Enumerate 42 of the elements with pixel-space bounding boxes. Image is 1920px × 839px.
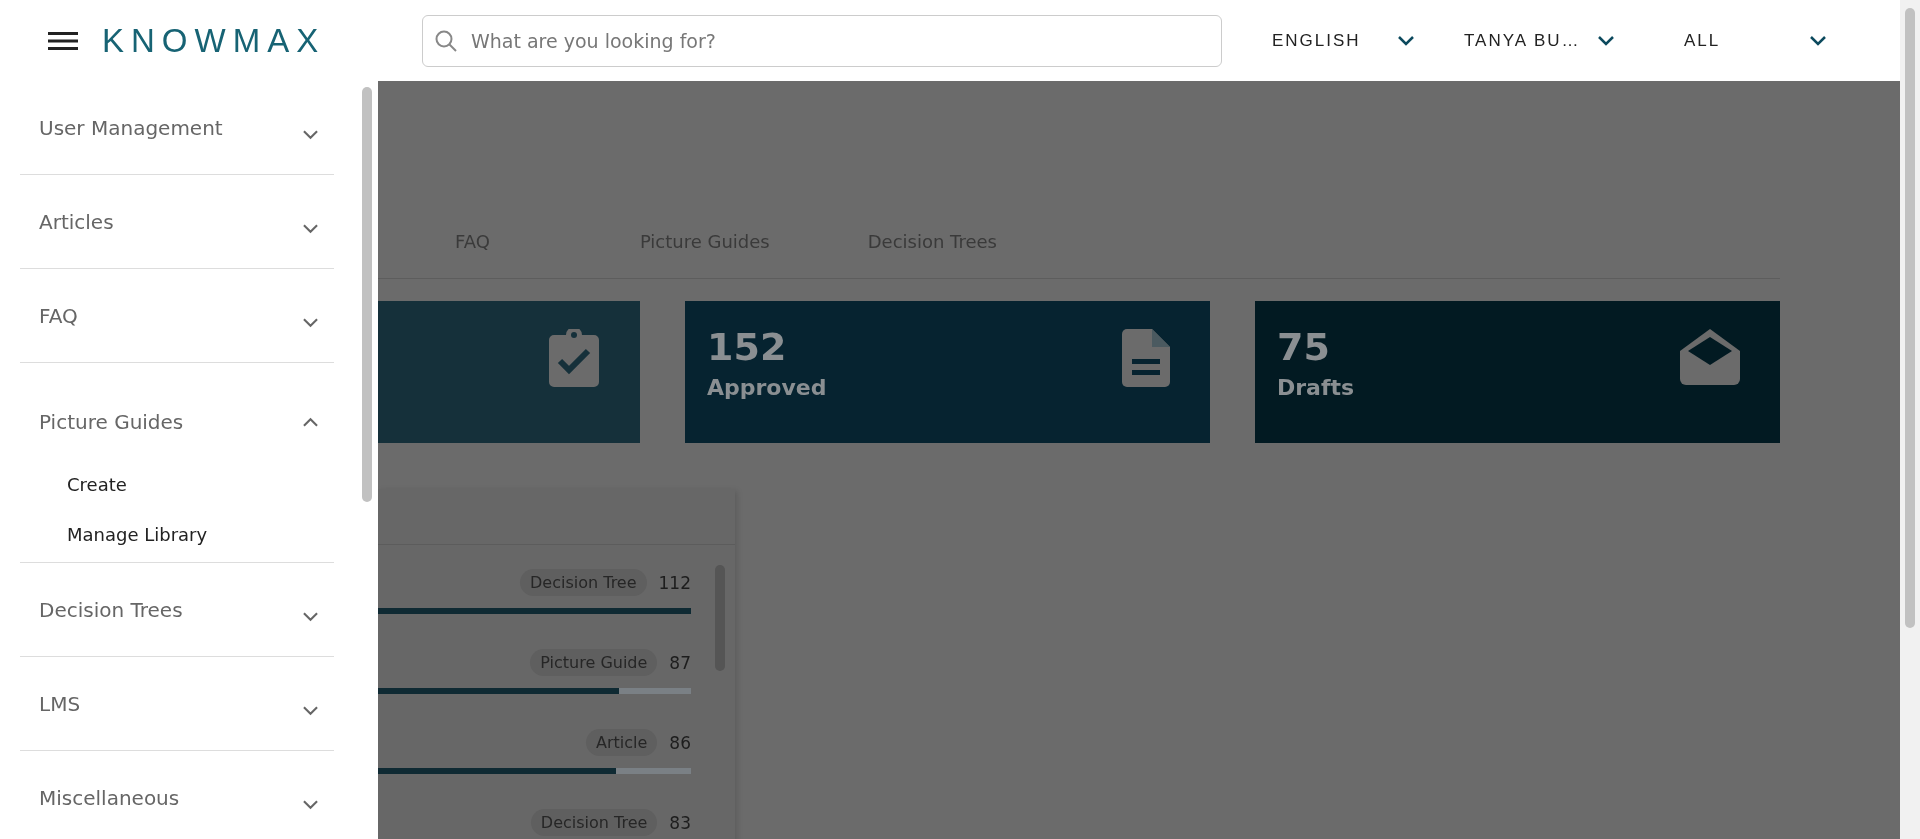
count: 83 [669, 812, 691, 833]
menu-item[interactable]: LMS [20, 657, 334, 750]
scrollbar[interactable] [1905, 8, 1915, 628]
tag: Decision Tree [520, 569, 647, 596]
chevron-down-icon [303, 317, 318, 328]
stat-value: 152 [707, 325, 788, 369]
chevron-down-icon [303, 611, 318, 622]
search-field[interactable]: What are you looking for? [422, 14, 1222, 67]
count: 87 [669, 652, 691, 673]
dropdown[interactable]: ALL [1684, 30, 1826, 51]
document-icon [1122, 329, 1170, 387]
stat-value: 75 [1277, 325, 1331, 369]
chevron-up-icon [303, 417, 318, 427]
chevron-down-icon [1810, 35, 1826, 46]
chevron-down-icon [303, 223, 318, 234]
chevron-down-icon [1598, 35, 1614, 46]
chevron-down-icon [303, 799, 318, 810]
menu-item[interactable]: User Management [20, 81, 334, 174]
envelope-open-icon [1680, 329, 1740, 385]
search-icon [434, 28, 458, 53]
tag: Picture Guide [530, 649, 658, 676]
menu-icon[interactable] [48, 30, 78, 51]
menu-item[interactable]: Decision Trees [20, 563, 334, 656]
stat-label: Drafts [1277, 375, 1355, 400]
stat-label: Approved [707, 375, 827, 400]
dropdown[interactable]: TANYA BU… [1464, 30, 1614, 51]
tag: Decision Tree [530, 809, 658, 836]
chevron-down-icon [303, 705, 318, 716]
menu-item[interactable]: Articles [20, 175, 334, 268]
menu-item[interactable]: Miscellaneous [20, 751, 334, 839]
count: 86 [669, 732, 691, 753]
brand-logo[interactable]: KNOWMAX [102, 21, 402, 60]
chevron-down-icon [303, 129, 318, 140]
submenu-item[interactable]: Create [20, 459, 127, 509]
chevron-down-icon [1398, 35, 1414, 46]
count: 112 [658, 572, 691, 593]
menu-item[interactable]: FAQ [20, 269, 334, 362]
tag: Article [586, 729, 658, 756]
submenu-item[interactable]: Manage Library [20, 509, 208, 559]
dropdown[interactable]: ENGLISH [1272, 30, 1414, 51]
scrollbar[interactable] [362, 87, 372, 502]
clipboard-check-icon [548, 329, 600, 387]
